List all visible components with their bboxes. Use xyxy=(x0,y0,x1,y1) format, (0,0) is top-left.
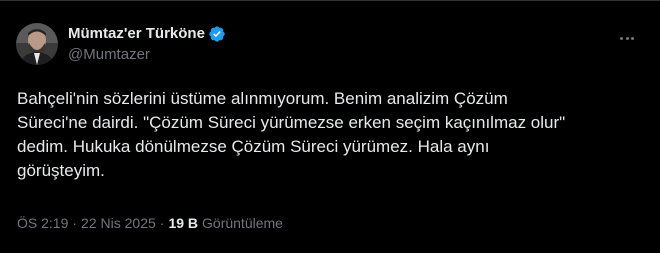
author-handle[interactable]: @Mumtazer xyxy=(68,45,226,65)
tweet-time[interactable]: ÖS 2:19 xyxy=(17,213,68,233)
avatar[interactable] xyxy=(16,23,58,65)
tweet-text-line: Süreci'ne dairdi. "Çözüm Süreci yürümezs… xyxy=(17,113,566,132)
tweet-text-line: dedim. Hukuka dönülmezse Çözüm Süreci yü… xyxy=(17,137,490,156)
views-label: Görüntüleme xyxy=(202,215,283,231)
tweet-meta: ÖS 2:19 · 22 Nis 2025 · 19 B Görüntüleme xyxy=(17,213,283,233)
author-names: Mümtaz'er Türköne @Mumtazer xyxy=(68,24,226,65)
display-name-row: Mümtaz'er Türköne xyxy=(68,24,226,44)
dot xyxy=(630,36,634,40)
tweet-text: Bahçeli'nin sözlerini üstüme alınmıyorum… xyxy=(17,87,627,183)
tweet: Mümtaz'er Türköne @Mumtazer Bahçeli'nin … xyxy=(0,0,660,253)
meta-separator: · xyxy=(159,215,165,231)
more-options-icon[interactable] xyxy=(616,29,638,47)
verified-badge-icon[interactable] xyxy=(208,25,226,43)
display-name[interactable]: Mümtaz'er Türköne xyxy=(68,24,205,44)
meta-separator: · xyxy=(72,215,78,231)
avatar-image xyxy=(16,23,58,65)
tweet-date[interactable]: 22 Nis 2025 xyxy=(81,213,156,233)
tweet-text-line: Bahçeli'nin sözlerini üstüme alınmıyorum… xyxy=(17,89,508,108)
tweet-text-line: görüşteyim. xyxy=(17,161,105,180)
views-count[interactable]: 19 B xyxy=(168,213,198,233)
dot xyxy=(625,36,629,40)
dot xyxy=(620,36,624,40)
tweet-header: Mümtaz'er Türköne @Mumtazer xyxy=(16,23,226,65)
